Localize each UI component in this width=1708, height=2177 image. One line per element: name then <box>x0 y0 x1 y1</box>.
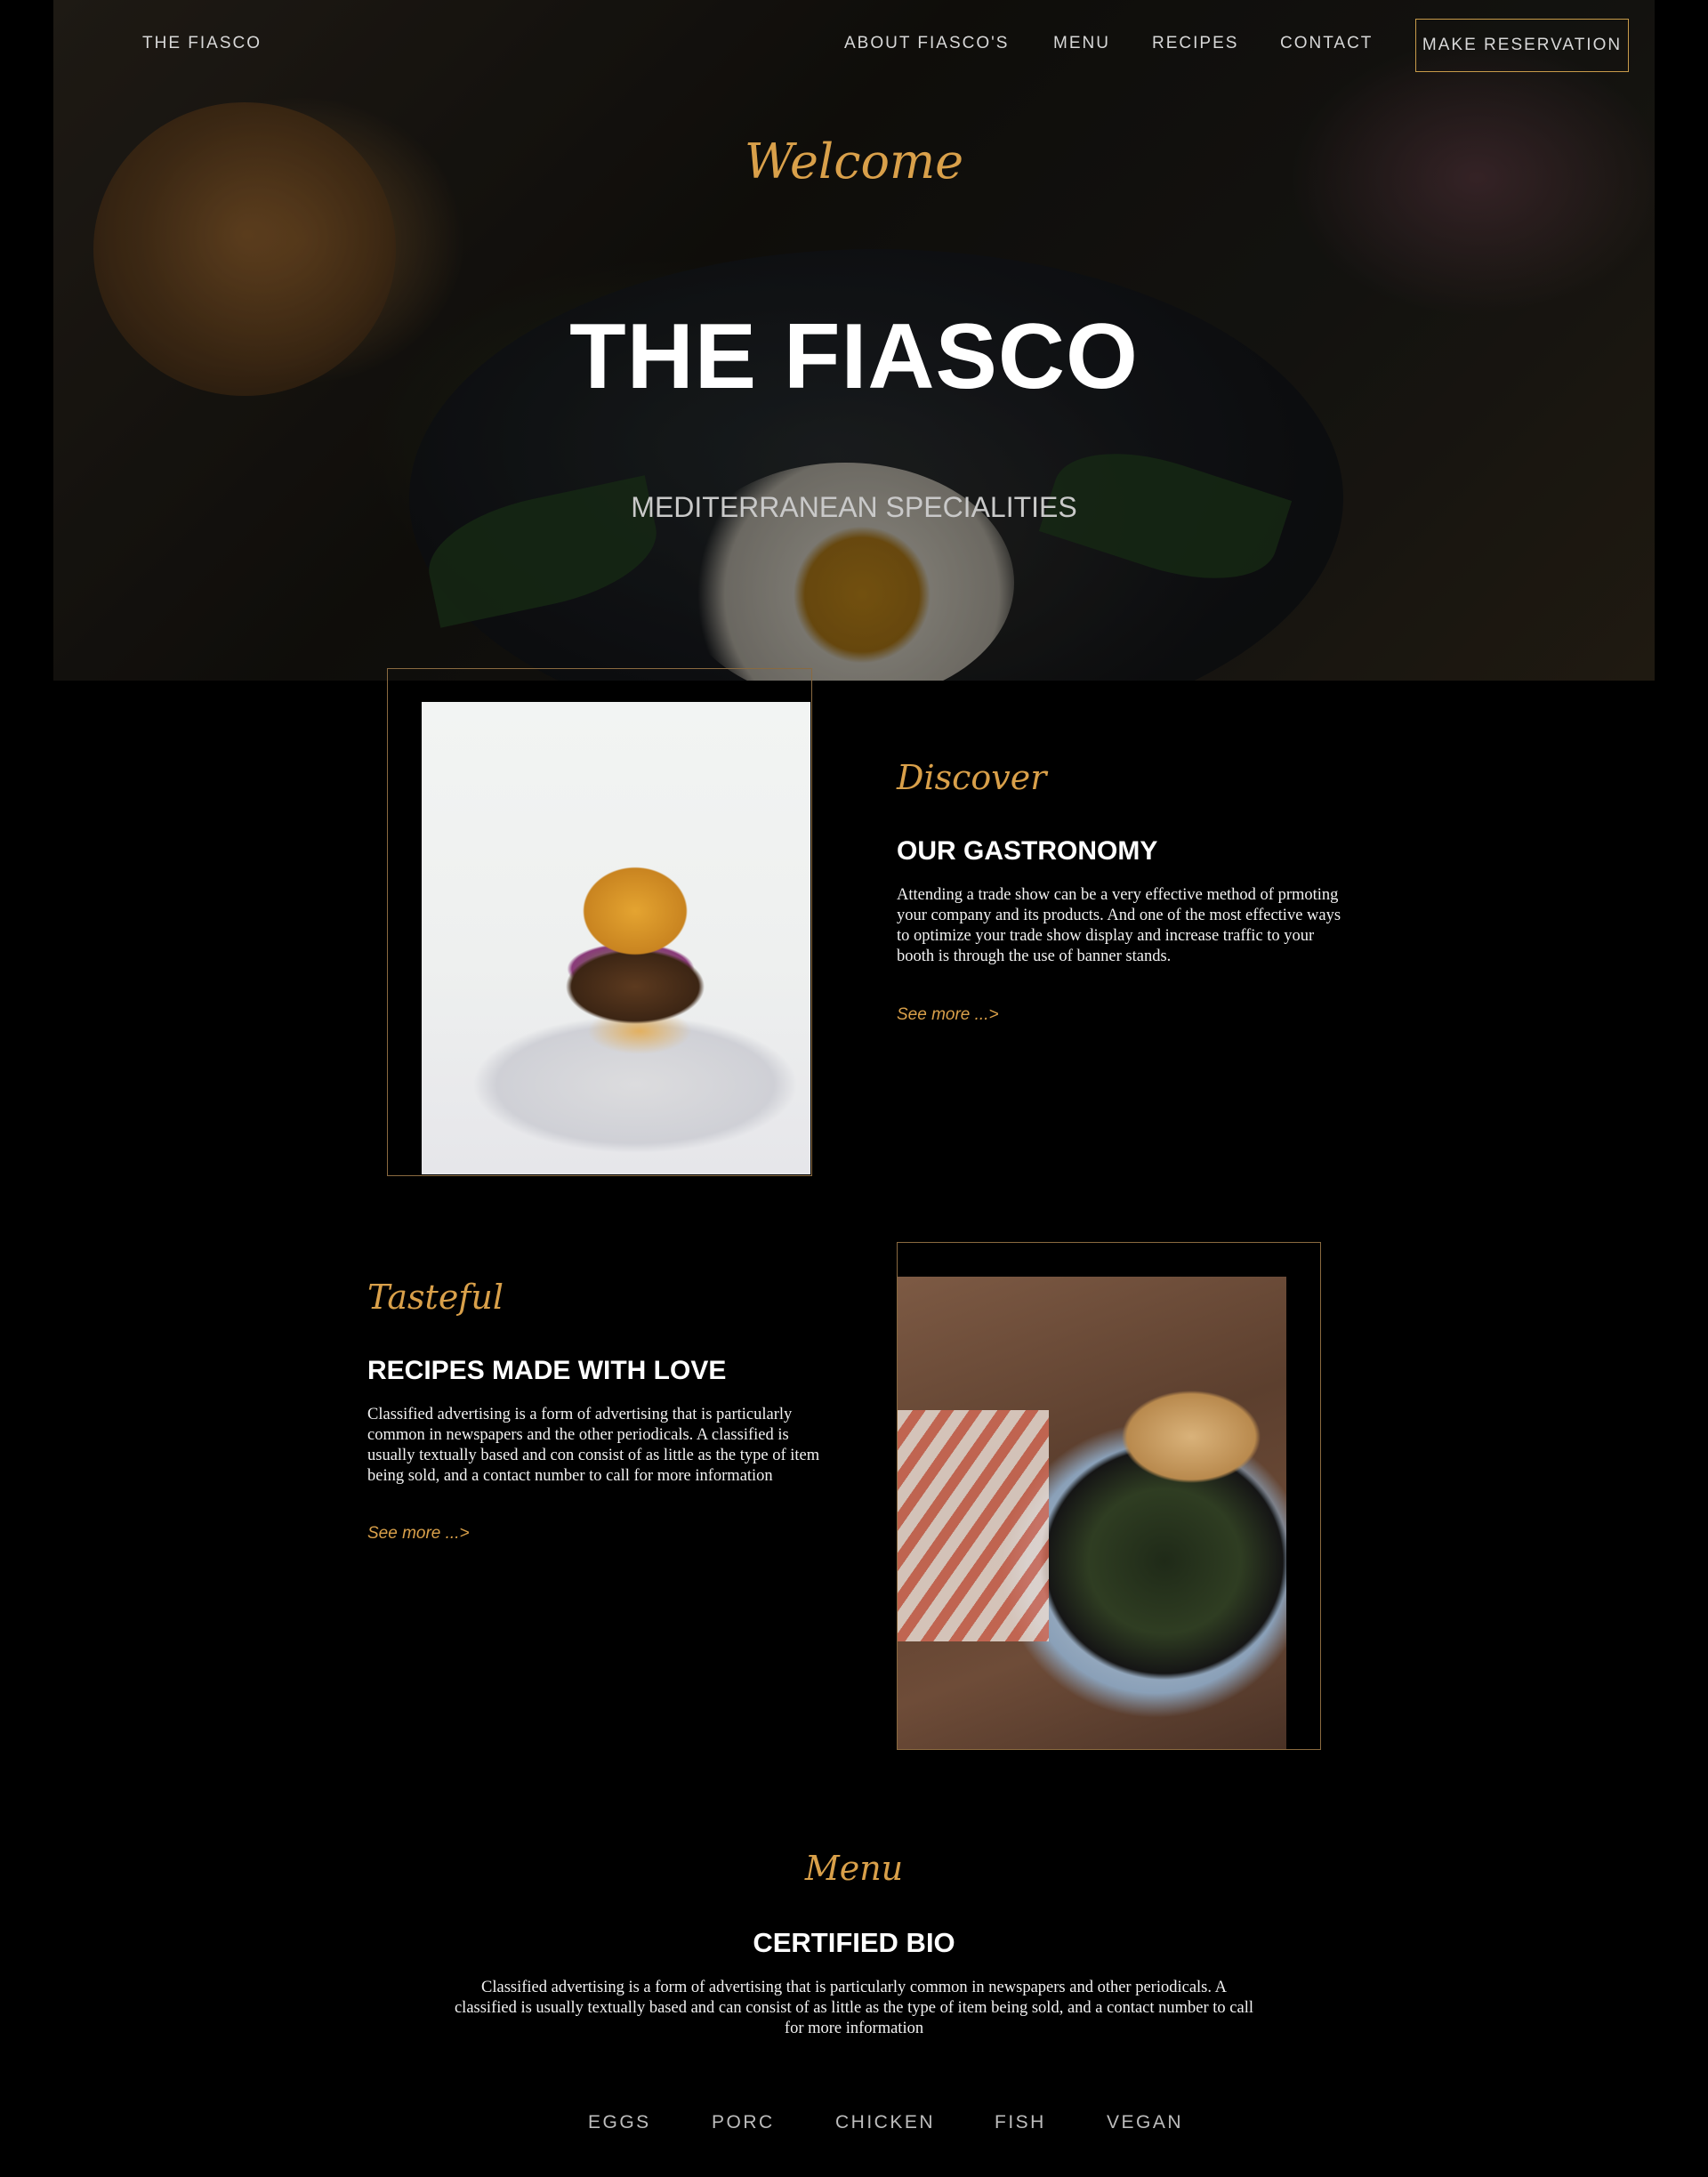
hero-subtitle: MEDITERRANEAN SPECIALITIES <box>631 491 1077 523</box>
tab-eggs[interactable]: EGGS <box>588 2112 651 2133</box>
gastronomy-see-more-link[interactable]: See more ...> <box>897 1005 999 1025</box>
nav-link-menu[interactable]: MENU <box>1053 34 1110 53</box>
tab-porc[interactable]: PORC <box>712 2112 775 2133</box>
recipes-kicker: Tasteful <box>367 1278 504 1317</box>
recipes-body: Classified advertising is a form of adve… <box>367 1406 820 1485</box>
tab-vegan[interactable]: VEGAN <box>1107 2112 1183 2133</box>
gastronomy-heading: OUR GASTRONOMY <box>897 836 1158 866</box>
menu-heading: CERTIFIED BIO <box>753 1927 955 1958</box>
gastronomy-body: Attending a trade show can be a very eff… <box>897 886 1341 965</box>
hero-kicker: Welcome <box>744 133 964 189</box>
make-reservation-button[interactable]: MAKE RESERVATION <box>1415 19 1629 72</box>
menu-kicker: Menu <box>804 1849 904 1888</box>
hero-title: THE FIASCO <box>569 305 1139 408</box>
nav-link-about[interactable]: ABOUT FIASCO'S <box>844 34 1009 53</box>
burger-photo <box>422 702 810 1174</box>
nav-link-contact[interactable]: CONTACT <box>1280 34 1373 53</box>
menu-body: Classified advertising is a form of adve… <box>454 1979 1254 2037</box>
tab-chicken[interactable]: CHICKEN <box>835 2112 935 2133</box>
recipes-see-more-link[interactable]: See more ...> <box>367 1524 470 1544</box>
recipes-heading: RECIPES MADE WITH LOVE <box>367 1356 727 1385</box>
gastronomy-kicker: Discover <box>897 758 1047 797</box>
nav-link-recipes[interactable]: RECIPES <box>1152 34 1238 53</box>
towel-detail <box>898 1410 1049 1641</box>
tab-fish[interactable]: FISH <box>995 2112 1046 2133</box>
nav-brand[interactable]: THE FIASCO <box>142 34 262 53</box>
skillet-photo <box>898 1277 1286 1749</box>
